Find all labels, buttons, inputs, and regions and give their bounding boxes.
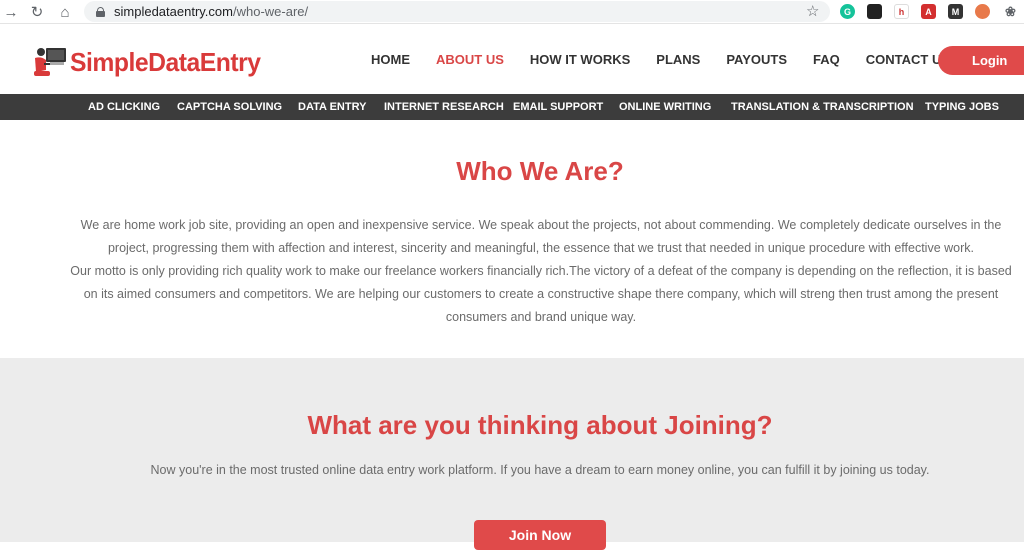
home-icon[interactable]: ⌂ [54,1,76,23]
extension-icon[interactable]: M [948,4,963,19]
url-path: /who-we-are/ [232,4,309,19]
nav-payouts[interactable]: PAYOUTS [726,52,787,67]
subnav-typing-jobs[interactable]: TYPING JOBS [925,101,999,113]
reload-icon[interactable]: ↻ [26,1,48,23]
logo-person-icon [34,48,66,76]
who-we-are-paragraph-1: We are home work job site, providing an … [80,218,1002,255]
pdf-extension-icon[interactable]: A [921,4,936,19]
subnav-captcha-solving[interactable]: CAPTCHA SOLVING [177,101,282,113]
subnav-data-entry[interactable]: DATA ENTRY [298,101,366,113]
extension-icon[interactable]: h [894,4,909,19]
subnav-online-writing[interactable]: ONLINE WRITING [619,101,711,113]
login-button[interactable]: Login [938,46,1024,75]
bookmark-star-icon[interactable]: ☆ [806,2,819,20]
main-nav: HOME ABOUT US HOW IT WORKS PLANS PAYOUTS… [371,52,976,67]
logo-text: SimpleDataEntry [70,46,261,77]
join-text: Now you're in the most trusted online da… [150,463,930,477]
join-now-button[interactable]: Join Now [474,520,606,550]
who-we-are-section: Who We Are? We are home work job site, p… [0,120,1024,358]
extension-icon[interactable] [975,4,990,19]
grammarly-extension-icon[interactable]: G [840,4,855,19]
nav-home[interactable]: HOME [371,52,410,67]
url-domain: simpledataentry.com [114,4,233,19]
join-title: What are you thinking about Joining? [307,410,773,440]
puzzle-extensions-icon[interactable]: ❀ [1003,4,1018,19]
subnav-email-support[interactable]: EMAIL SUPPORT [513,101,603,113]
lock-icon [96,6,105,17]
subnav-translation-transcription[interactable]: TRANSLATION & TRANSCRIPTION [731,101,914,113]
services-nav: AD CLICKING CAPTCHA SOLVING DATA ENTRY I… [0,94,1024,120]
extension-icon[interactable] [867,4,882,19]
nav-plans[interactable]: PLANS [656,52,700,67]
nav-faq[interactable]: FAQ [813,52,840,67]
browser-toolbar: → ↻ ⌂ simpledataentry.com/who-we-are/ ☆ … [0,0,1024,24]
site-logo[interactable]: SimpleDataEntry [32,42,271,82]
site-header: SimpleDataEntry HOME ABOUT US HOW IT WOR… [0,24,1024,94]
subnav-internet-research[interactable]: INTERNET RESEARCH [384,101,504,113]
who-we-are-paragraph-2: Our motto is only providing rich quality… [70,264,1012,324]
join-section: What are you thinking about Joining? Now… [0,358,1024,550]
who-we-are-text: We are home work job site, providing an … [68,214,1014,329]
who-we-are-title: Who We Are? [456,156,624,186]
address-bar[interactable]: simpledataentry.com/who-we-are/ [84,1,830,22]
nav-how-it-works[interactable]: HOW IT WORKS [530,52,630,67]
nav-about-us[interactable]: ABOUT US [436,52,504,67]
subnav-ad-clicking[interactable]: AD CLICKING [88,101,160,113]
back-icon[interactable]: → [0,1,22,23]
